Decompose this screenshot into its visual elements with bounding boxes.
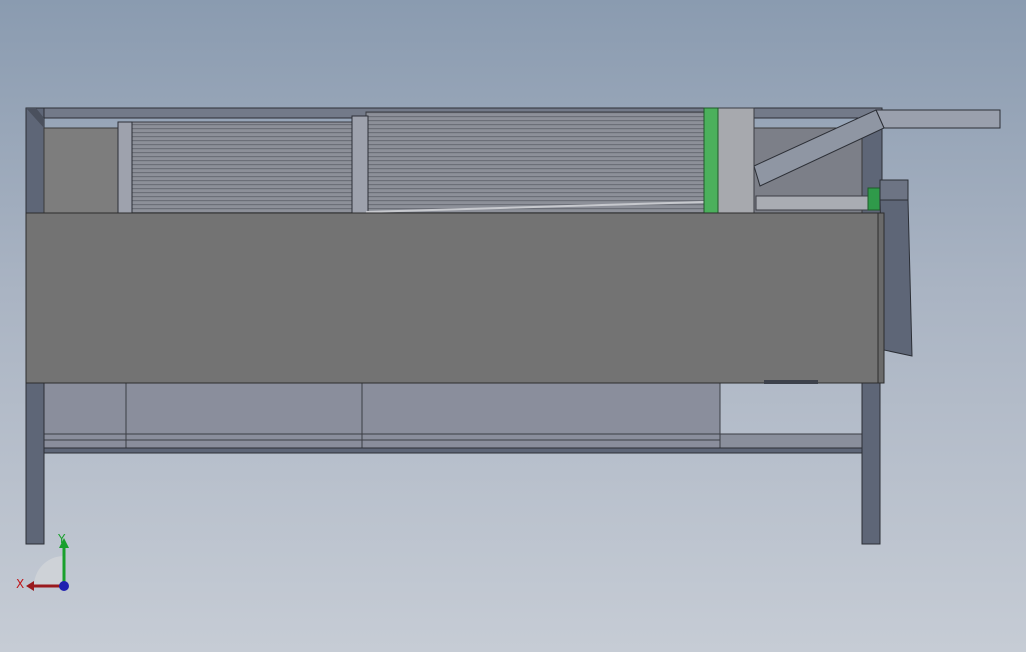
triad-plane-icon bbox=[34, 556, 64, 586]
z-axis-dot-icon bbox=[59, 581, 69, 591]
lower-tray[interactable] bbox=[43, 381, 863, 454]
rotary-drum-screen[interactable] bbox=[117, 107, 755, 217]
y-axis-label: Y bbox=[57, 532, 66, 546]
x-axis-arrowhead-icon bbox=[26, 581, 34, 591]
side-cover-panel[interactable] bbox=[25, 212, 885, 384]
axis-triad[interactable]: Y X bbox=[12, 528, 76, 598]
machine-model[interactable] bbox=[0, 0, 1026, 652]
drum-ring-green[interactable] bbox=[703, 107, 719, 215]
x-axis-label: X bbox=[16, 577, 24, 591]
cad-viewport[interactable]: Y X bbox=[0, 0, 1026, 652]
